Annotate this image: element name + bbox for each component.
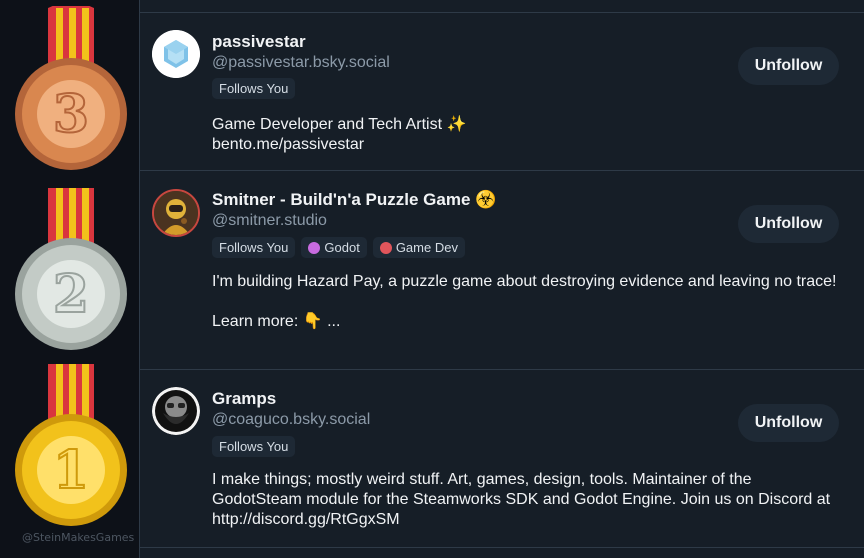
tag-list: Follows You Godot Game Dev bbox=[212, 237, 465, 258]
medal-numeral: 1 bbox=[53, 440, 89, 501]
medal-strip: 3 2 1 @SteinMakesGames bbox=[0, 0, 140, 558]
unfollow-button[interactable]: Unfollow bbox=[738, 47, 839, 85]
tag-list: Follows You bbox=[212, 78, 296, 99]
follows-you-badge: Follows You bbox=[212, 436, 296, 457]
medal-numeral: 3 bbox=[53, 84, 89, 145]
handle[interactable]: @smitner.studio bbox=[212, 212, 327, 230]
unfollow-button[interactable]: Unfollow bbox=[738, 205, 839, 243]
display-name[interactable]: passivestar bbox=[212, 32, 306, 52]
hexagon-logo-icon bbox=[152, 30, 200, 78]
avatar[interactable] bbox=[152, 189, 200, 237]
godot-tag[interactable]: Godot bbox=[301, 237, 367, 258]
medal-numeral: 2 bbox=[53, 264, 89, 325]
display-name[interactable]: Smitner - Build'n'a Puzzle Game ☣️ bbox=[212, 190, 496, 210]
list-item[interactable]: Smitner - Build'n'a Puzzle Game ☣️ @smit… bbox=[140, 171, 864, 370]
avatar[interactable] bbox=[152, 387, 200, 435]
watermark: @SteinMakesGames bbox=[22, 531, 135, 544]
godot-tag-icon bbox=[308, 241, 321, 254]
bio: I'm building Hazard Pay, a puzzle game a… bbox=[212, 273, 837, 330]
tag-list: Follows You bbox=[212, 436, 296, 457]
display-name[interactable]: Gramps bbox=[212, 389, 276, 409]
game-dev-tag[interactable]: Game Dev bbox=[372, 237, 465, 258]
handle[interactable]: @coaguco.bsky.social bbox=[212, 411, 370, 429]
hazmat-character-icon bbox=[154, 191, 198, 235]
silver-medal-icon: 2 bbox=[8, 186, 134, 366]
list-item[interactable]: passivestar @passivestar.bsky.social Fol… bbox=[140, 13, 864, 171]
bio: I make things; mostly weird stuff. Art, … bbox=[212, 471, 831, 528]
game-dev-tag-icon bbox=[379, 241, 392, 254]
follows-you-badge: Follows You bbox=[212, 78, 296, 99]
gold-medal-icon: 1 bbox=[8, 362, 134, 542]
follows-you-badge: Follows You bbox=[212, 237, 296, 258]
avatar[interactable] bbox=[152, 30, 200, 78]
follow-list: passivestar @passivestar.bsky.social Fol… bbox=[139, 0, 864, 558]
bio-link[interactable]: bento.me/passivestar bbox=[212, 135, 842, 155]
unfollow-button[interactable]: Unfollow bbox=[738, 404, 839, 442]
bronze-medal-icon: 3 bbox=[8, 0, 134, 186]
handle[interactable]: @passivestar.bsky.social bbox=[212, 54, 390, 72]
list-item[interactable]: Gramps @coaguco.bsky.social Follows You … bbox=[140, 370, 864, 548]
bio: Game Developer and Tech Artist ✨ bento.m… bbox=[212, 115, 842, 155]
bearded-face-icon bbox=[152, 387, 200, 435]
